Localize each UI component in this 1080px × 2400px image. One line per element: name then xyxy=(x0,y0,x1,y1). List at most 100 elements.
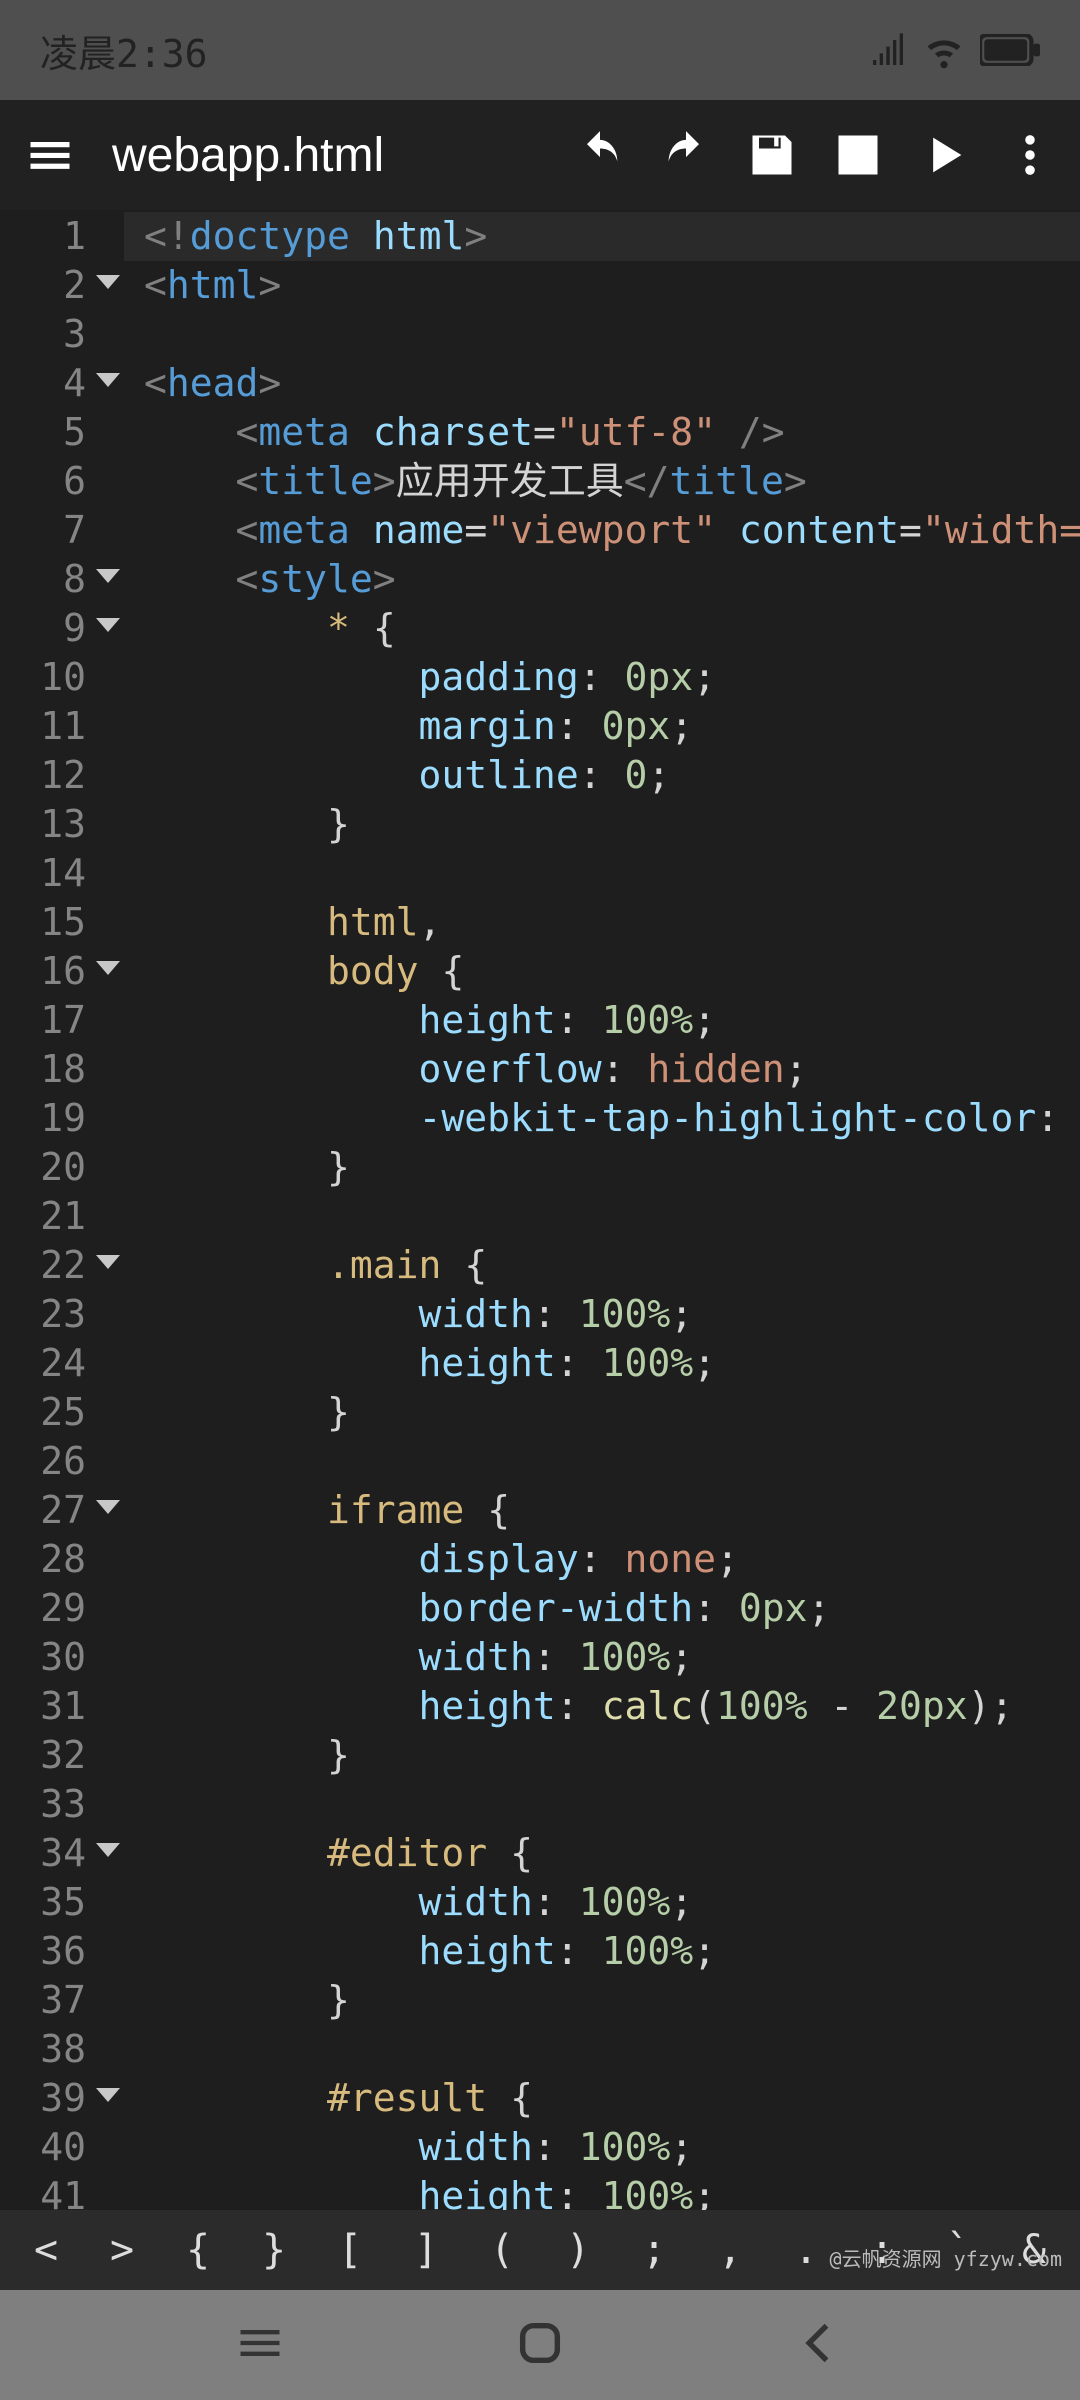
fold-icon[interactable] xyxy=(96,1500,120,1514)
code-line[interactable]: #editor { xyxy=(144,1829,1080,1878)
line-number: 20 xyxy=(0,1143,86,1192)
symbol-key[interactable]: , xyxy=(692,2227,768,2273)
code-line[interactable]: width: 100%; xyxy=(144,2123,1080,2172)
redo-button[interactable] xyxy=(660,129,712,181)
code-line[interactable]: <title>应用开发工具</title> xyxy=(144,457,1080,506)
signal-icon xyxy=(868,30,908,70)
symbol-key[interactable]: ] xyxy=(388,2227,464,2273)
code-line[interactable]: height: calc(100% - 20px); xyxy=(144,1682,1080,1731)
fold-icon[interactable] xyxy=(96,2088,120,2102)
code-line[interactable]: html, xyxy=(144,898,1080,947)
code-line[interactable]: } xyxy=(144,1143,1080,1192)
line-number: 33 xyxy=(0,1780,86,1829)
home-button[interactable] xyxy=(514,2317,566,2373)
code-line[interactable]: <meta charset="utf-8" /> xyxy=(144,408,1080,457)
more-icon xyxy=(1004,129,1056,181)
code-line[interactable]: <html> xyxy=(144,261,1080,310)
code-line[interactable]: display: none; xyxy=(144,1535,1080,1584)
run-button[interactable] xyxy=(918,129,970,181)
line-number: 16 xyxy=(0,947,86,996)
overflow-button[interactable] xyxy=(1004,129,1056,181)
line-number: 19 xyxy=(0,1094,86,1143)
line-number: 12 xyxy=(0,751,86,800)
code-line[interactable]: height: 100%; xyxy=(144,1339,1080,1388)
symbol-key[interactable]: [ xyxy=(312,2227,388,2273)
code-line[interactable] xyxy=(144,849,1080,898)
file-title: webapp.html xyxy=(112,128,550,183)
redo-icon xyxy=(660,129,712,181)
fold-icon[interactable] xyxy=(96,961,120,975)
line-number: 29 xyxy=(0,1584,86,1633)
line-number: 41 xyxy=(0,2172,86,2210)
code-line[interactable]: <!doctype html> xyxy=(124,212,1080,261)
code-line[interactable]: } xyxy=(144,800,1080,849)
line-number: 10 xyxy=(0,653,86,702)
save-button[interactable] xyxy=(746,129,798,181)
code-line[interactable]: height: 100%; xyxy=(144,2172,1080,2210)
line-number: 26 xyxy=(0,1437,86,1486)
code-line[interactable]: width: 100%; xyxy=(144,1878,1080,1927)
code-line[interactable]: <meta name="viewport" content="width=dev… xyxy=(144,506,1080,555)
fold-icon[interactable] xyxy=(96,373,120,387)
fold-icon[interactable] xyxy=(96,1843,120,1857)
undo-button[interactable] xyxy=(574,129,626,181)
line-number: 32 xyxy=(0,1731,86,1780)
line-number: 35 xyxy=(0,1878,86,1927)
fold-icon[interactable] xyxy=(96,275,120,289)
code-editor[interactable]: 1234567891011121314151617181920212223242… xyxy=(0,210,1080,2210)
code-line[interactable]: overflow: hidden; xyxy=(144,1045,1080,1094)
recent-button[interactable] xyxy=(234,2317,286,2373)
code-line[interactable]: <style> xyxy=(144,555,1080,604)
code-line[interactable]: height: 100%; xyxy=(144,996,1080,1045)
code-line[interactable]: padding: 0px; xyxy=(144,653,1080,702)
line-number: 38 xyxy=(0,2025,86,2074)
code-line[interactable]: } xyxy=(144,1731,1080,1780)
line-number: 30 xyxy=(0,1633,86,1682)
symbol-key[interactable]: ) xyxy=(540,2227,616,2273)
back-button[interactable] xyxy=(794,2317,846,2373)
symbol-key[interactable]: ( xyxy=(464,2227,540,2273)
line-number: 9 xyxy=(0,604,86,653)
symbol-key[interactable]: } xyxy=(236,2227,312,2273)
menu-icon xyxy=(24,129,76,181)
code-line[interactable] xyxy=(144,1780,1080,1829)
image-button[interactable] xyxy=(832,129,884,181)
code-line[interactable]: .main { xyxy=(144,1241,1080,1290)
line-number: 22 xyxy=(0,1241,86,1290)
fold-icon[interactable] xyxy=(96,1255,120,1269)
line-number: 5 xyxy=(0,408,86,457)
symbol-key[interactable]: < xyxy=(8,2227,84,2273)
line-number: 27 xyxy=(0,1486,86,1535)
code-line[interactable]: } xyxy=(144,1976,1080,2025)
code-line[interactable]: -webkit-tap-highlight-color: transpa xyxy=(144,1094,1080,1143)
symbol-key[interactable]: > xyxy=(84,2227,160,2273)
code-line[interactable]: border-width: 0px; xyxy=(144,1584,1080,1633)
code-line[interactable]: #result { xyxy=(144,2074,1080,2123)
symbol-key[interactable]: ; xyxy=(616,2227,692,2273)
code-line[interactable]: outline: 0; xyxy=(144,751,1080,800)
code-line[interactable]: iframe { xyxy=(144,1486,1080,1535)
code-line[interactable]: } xyxy=(144,1388,1080,1437)
fold-icon[interactable] xyxy=(96,569,120,583)
code-line[interactable]: height: 100%; xyxy=(144,1927,1080,1976)
code-line[interactable]: * { xyxy=(144,604,1080,653)
code-line[interactable] xyxy=(144,2025,1080,2074)
status-bar: 凌晨2:36 xyxy=(0,0,1080,100)
code-line[interactable] xyxy=(144,310,1080,359)
undo-icon xyxy=(574,129,626,181)
code-line[interactable] xyxy=(144,1437,1080,1486)
symbol-key[interactable]: { xyxy=(160,2227,236,2273)
code-line[interactable] xyxy=(144,1192,1080,1241)
line-number: 4 xyxy=(0,359,86,408)
code-line[interactable]: width: 100%; xyxy=(144,1290,1080,1339)
image-icon xyxy=(832,129,884,181)
code-line[interactable]: width: 100%; xyxy=(144,1633,1080,1682)
code-content[interactable]: <!doctype html><html><head> <meta charse… xyxy=(144,210,1080,2210)
code-line[interactable]: body { xyxy=(144,947,1080,996)
fold-icon[interactable] xyxy=(96,618,120,632)
home-icon xyxy=(514,2317,566,2369)
line-number: 11 xyxy=(0,702,86,751)
code-line[interactable]: <head> xyxy=(144,359,1080,408)
menu-button[interactable] xyxy=(24,129,76,181)
code-line[interactable]: margin: 0px; xyxy=(144,702,1080,751)
